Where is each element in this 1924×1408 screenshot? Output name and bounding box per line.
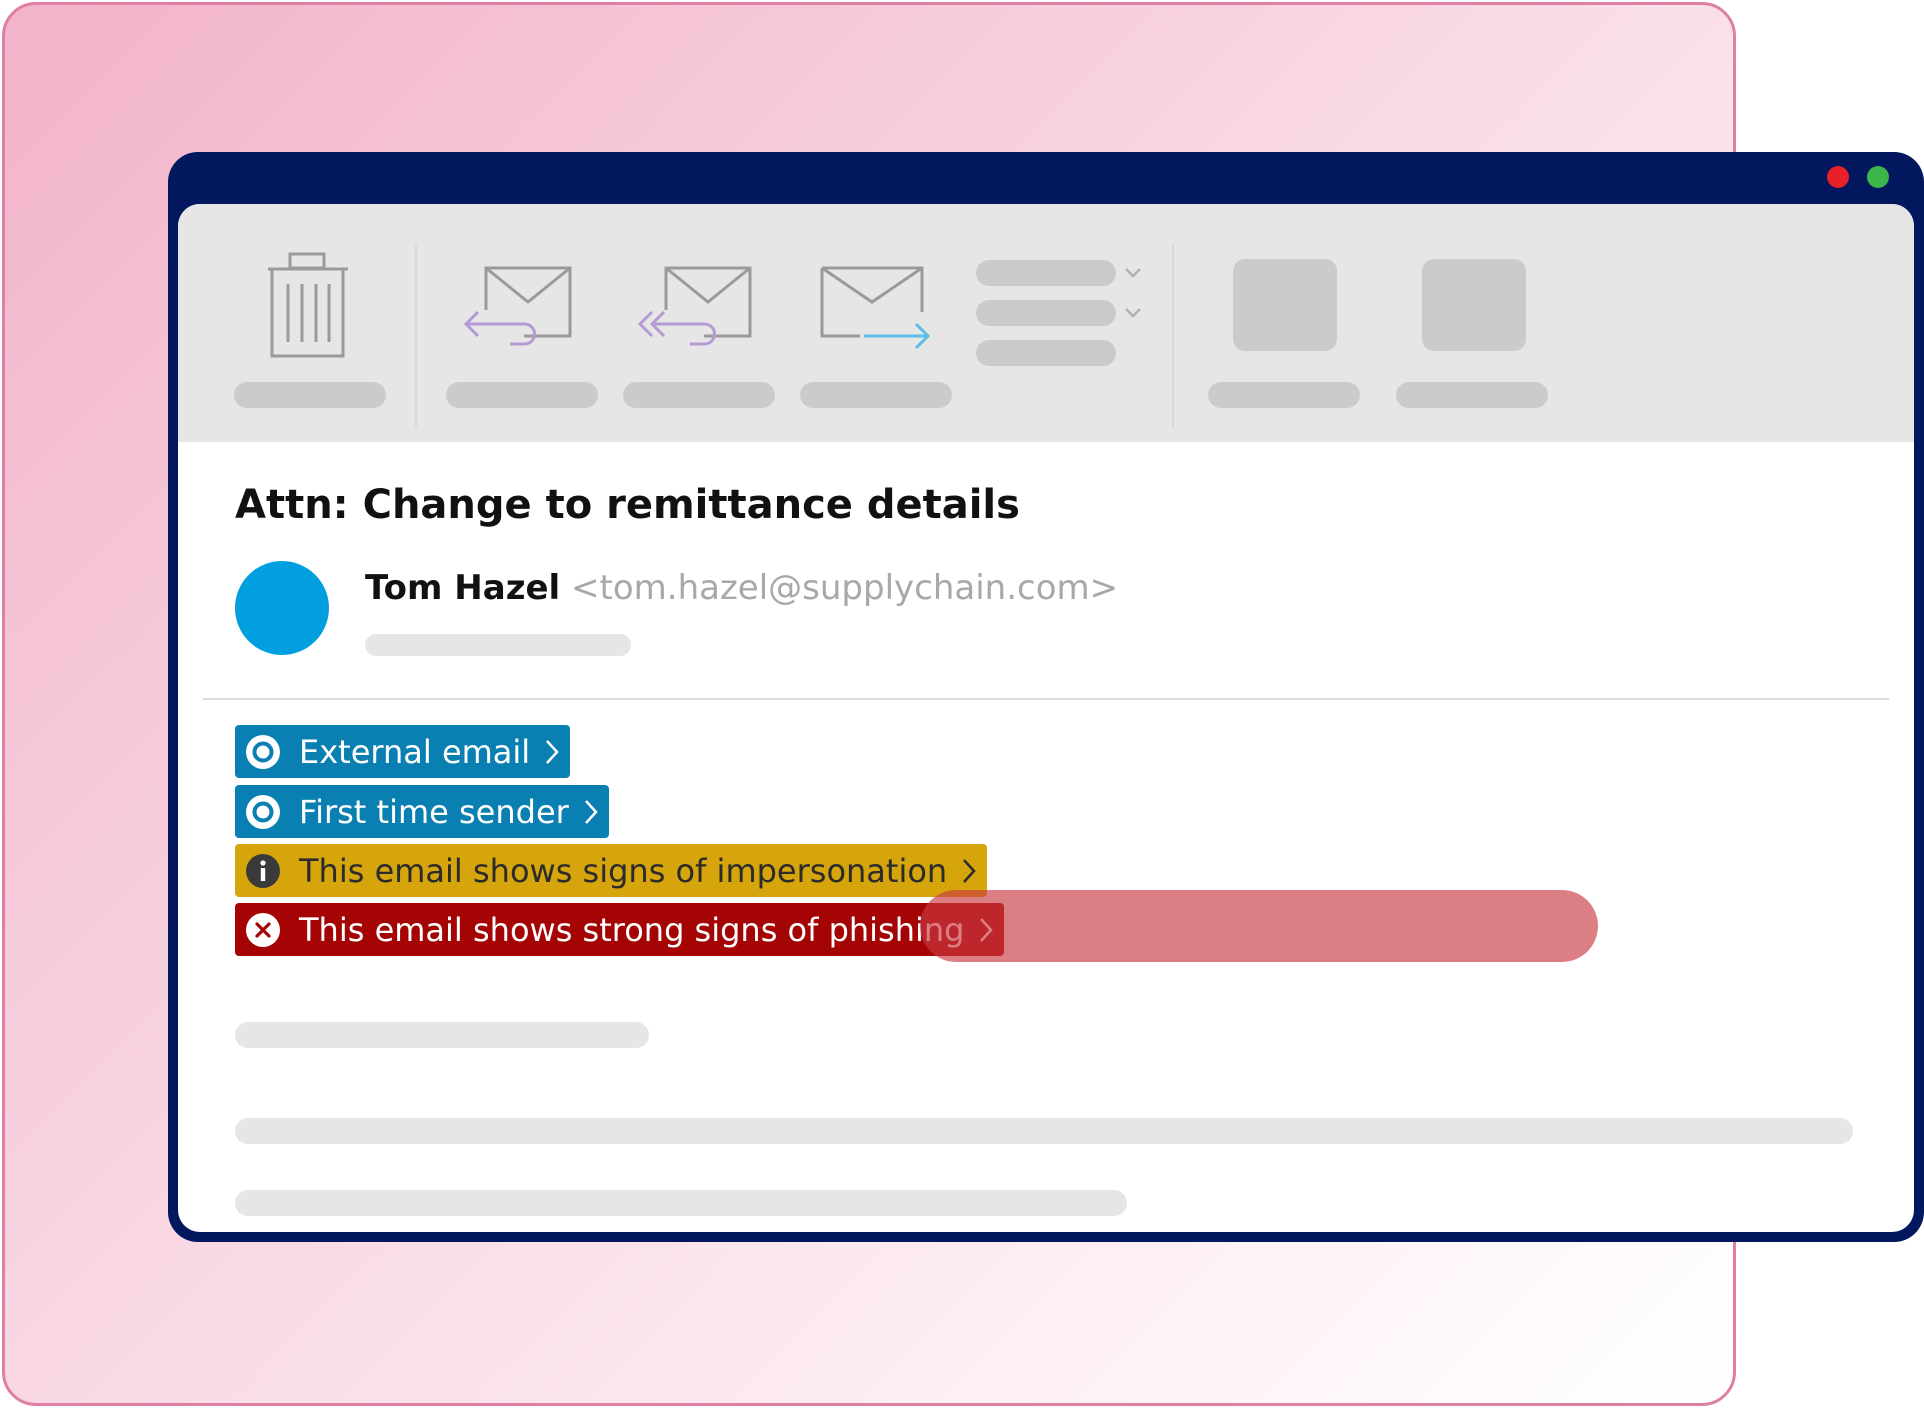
header-divider — [203, 698, 1889, 700]
first-time-sender-banner[interactable]: First time sender — [235, 785, 609, 838]
banner-label: First time sender — [299, 792, 569, 831]
ring-icon — [246, 734, 280, 769]
reply-all-label-placeholder — [623, 382, 775, 408]
toolbar-placeholder-button-2[interactable] — [1422, 259, 1526, 351]
toolbar — [178, 204, 1914, 442]
reply-label-placeholder — [446, 382, 598, 408]
chevron-right-icon — [546, 739, 559, 764]
banner-label: External email — [299, 732, 531, 771]
impersonation-warning-banner[interactable]: This email shows signs of impersonation — [235, 844, 988, 897]
sender-line: Tom Hazel <tom.hazel@supplychain.com> — [365, 568, 1118, 608]
x-circle-icon — [246, 912, 280, 947]
close-window-dot[interactable] — [1827, 166, 1849, 188]
maximize-window-dot[interactable] — [1867, 166, 1889, 188]
forward-label-placeholder — [800, 382, 952, 408]
reply-all-icon[interactable] — [636, 262, 752, 352]
banner-label: This email shows strong signs of phishin… — [299, 910, 965, 949]
banner-label: This email shows signs of impersonation — [299, 851, 948, 890]
body-text-placeholder-2 — [235, 1118, 1853, 1144]
menu-line-3[interactable] — [976, 340, 1116, 366]
trash-icon[interactable] — [266, 252, 350, 362]
toolbar-placeholder-button-1[interactable] — [1233, 259, 1337, 351]
email-view: Attn: Change to remittance details Tom H… — [178, 204, 1914, 1232]
info-icon — [246, 853, 280, 888]
email-subject: Attn: Change to remittance details — [235, 482, 1020, 528]
suspicious-link-highlight[interactable] — [920, 890, 1598, 962]
chevron-right-icon — [963, 858, 976, 883]
ring-icon — [246, 794, 280, 829]
chevron-down-icon[interactable] — [1124, 267, 1142, 279]
sender-details-placeholder — [365, 634, 631, 656]
chevron-down-icon[interactable] — [1124, 307, 1142, 319]
toolbar-separator — [1172, 244, 1174, 428]
toolbar-separator — [415, 244, 417, 428]
avatar — [235, 561, 329, 655]
menu-line-1[interactable] — [976, 260, 1116, 286]
placeholder-button-1-label — [1208, 382, 1360, 408]
external-email-banner[interactable]: External email — [235, 725, 571, 778]
placeholder-button-2-label — [1396, 382, 1548, 408]
forward-icon[interactable] — [818, 262, 934, 352]
sender-name: Tom Hazel — [365, 568, 561, 608]
body-text-placeholder-3 — [235, 1190, 1127, 1216]
reply-icon[interactable] — [462, 262, 572, 352]
menu-line-2[interactable] — [976, 300, 1116, 326]
sender-email[interactable]: <tom.hazel@supplychain.com> — [571, 568, 1118, 608]
body-text-placeholder-1 — [235, 1022, 649, 1048]
phishing-warning-banner[interactable]: This email shows strong signs of phishin… — [235, 903, 1005, 956]
delete-label-placeholder — [234, 382, 386, 408]
chevron-right-icon — [584, 799, 598, 824]
